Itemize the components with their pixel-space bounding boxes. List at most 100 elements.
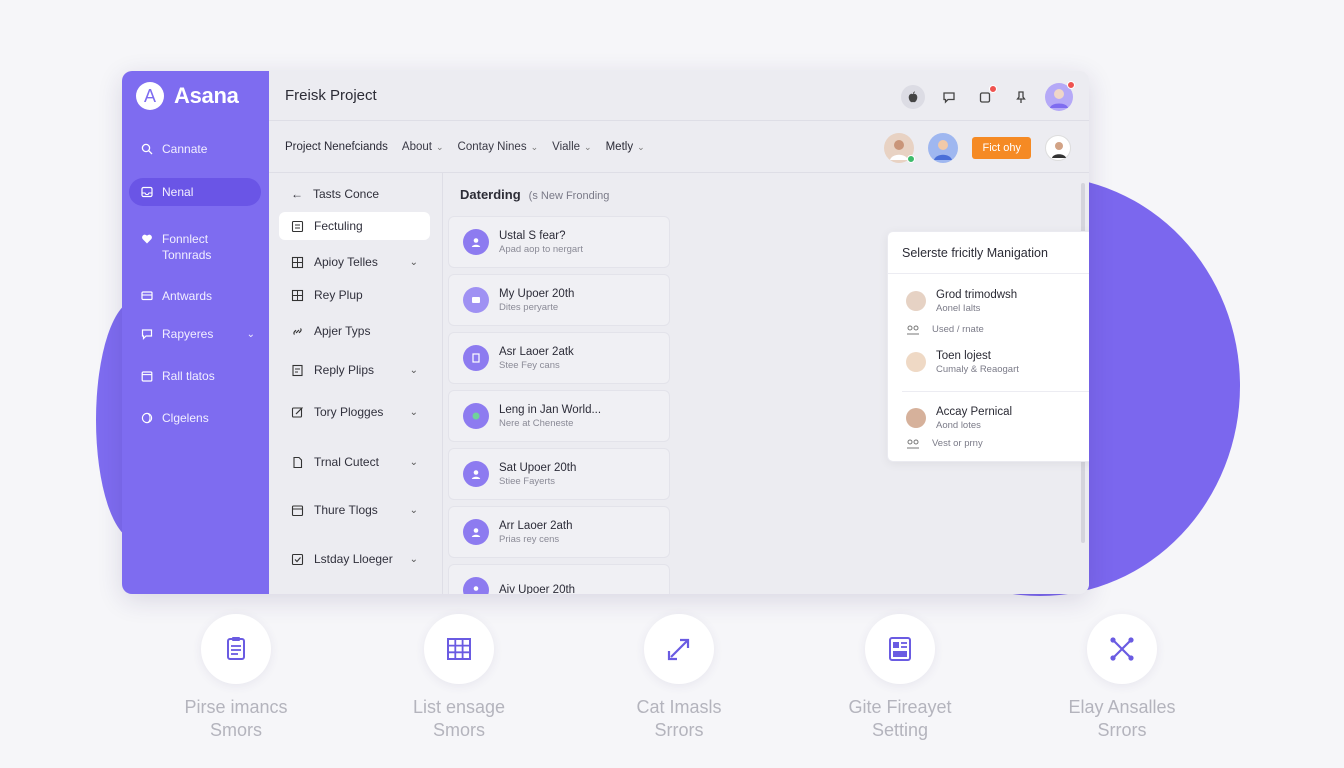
apple-icon[interactable] (901, 85, 925, 109)
topbar: Freisk Project (269, 71, 1089, 121)
check-square-icon (291, 553, 304, 566)
tasks-header-subtitle: (s New Fronding (528, 190, 610, 202)
nav-link-vialle[interactable]: Vialle ⌄ (552, 141, 591, 153)
submenu-item-label: Thure Tlogs (314, 503, 378, 517)
nav-link-label: Vialle (552, 141, 581, 153)
back-link[interactable]: ← Tasts Conce (291, 187, 379, 201)
sidebar-item-rapyeres[interactable]: Rapyeres ⌄ (129, 320, 261, 348)
chevron-down-icon[interactable]: ⌄ (410, 554, 418, 565)
navbar: Project Nenefciands About ⌄ Contay Nines ⌄… (269, 121, 1089, 173)
sidebar: A Asana Cannate Nenal Fonnlect Tonnrads … (122, 71, 269, 594)
arrow-left-icon: ← (291, 187, 303, 201)
feature-label: Smors (209, 720, 262, 740)
feature-item[interactable]: Elay Ansalles Srrors (1032, 614, 1212, 742)
feature-item[interactable]: List ensage Smors (369, 614, 549, 742)
feature-item[interactable]: Cat Imasls Srrors (589, 614, 769, 742)
submenu-item-rey-plup[interactable]: Rey Plup (279, 281, 430, 309)
chevron-down-icon: ⌄ (530, 141, 539, 152)
brand-name: Asana (174, 83, 239, 108)
task-card[interactable]: My Upoer 20th Dites peryarte (448, 274, 670, 326)
submenu-item-label: Rey Plup (314, 288, 363, 302)
asana-logo-icon: A (136, 82, 164, 110)
avatar (906, 291, 926, 311)
submenu-item-label: Tory Plogges (314, 405, 384, 419)
file-icon (291, 456, 304, 469)
calendar-icon (291, 504, 304, 517)
entry-name: Toen lojest (936, 350, 991, 362)
chevron-down-icon[interactable]: ⌄ (410, 407, 418, 418)
submenu-item-apjer-typs[interactable]: Apjer Typs (279, 317, 430, 345)
sidebar-item-antwards[interactable]: Antwards (129, 282, 261, 310)
submenu-item-tory-plogges[interactable]: Tory Plogges ⌄ (279, 398, 430, 426)
tasks-header-title: Daterding (460, 187, 521, 202)
feature-item[interactable]: Gite Fireayet Setting (810, 614, 990, 742)
task-title: Asr Laoer 2atk (499, 345, 574, 358)
task-card[interactable]: Ustal S fear? Apad aop to nergart (448, 216, 670, 268)
nav-right: Fict ohy (884, 133, 1071, 163)
people-icon (906, 325, 920, 335)
globe-icon (463, 403, 489, 429)
submenu-item-fectuling[interactable]: Fectuling (279, 212, 430, 240)
chevron-down-icon[interactable]: ⌄ (247, 329, 255, 340)
member-avatar[interactable] (928, 133, 959, 163)
globe-icon (141, 412, 153, 424)
person-icon (463, 229, 489, 255)
cross-arrows-icon (1087, 614, 1157, 684)
checklist-icon (291, 220, 304, 233)
nav-link-contay[interactable]: Contay Nines ⌄ (458, 141, 539, 153)
submenu-item-trnal-cutect[interactable]: Trnal Cutect ⌄ (279, 448, 430, 476)
pin-icon[interactable] (1009, 85, 1033, 109)
user-avatar[interactable] (1045, 81, 1075, 111)
submenu-item-apioy-telles[interactable]: Apioy Telles ⌄ (279, 248, 430, 276)
popup-entry[interactable]: Accay Pernical Aond lotes (906, 406, 1012, 431)
chevron-down-icon[interactable]: ⌄ (410, 257, 418, 268)
top-icons (901, 81, 1075, 111)
task-card[interactable]: Leng in Jan World... Nere at Cheneste (448, 390, 670, 442)
message-icon[interactable] (937, 85, 961, 109)
doc-icon (291, 364, 304, 377)
avatar (906, 408, 926, 428)
notification-icon[interactable] (973, 85, 997, 109)
sidebar-item-label: Fonnlect (162, 232, 209, 246)
task-card[interactable]: Aiv Upoer 20th (448, 564, 670, 594)
submenu-item-reply-plips[interactable]: Reply Plips ⌄ (279, 356, 430, 384)
nav-link-about[interactable]: About ⌄ (402, 141, 444, 153)
task-card[interactable]: Arr Laoer 2ath Prias rey cens (448, 506, 670, 558)
member-avatar[interactable] (1045, 135, 1071, 161)
entry-subtitle: Cumaly & Reaogart (936, 364, 1019, 375)
nav-link-project[interactable]: Project Nenefciands (285, 141, 388, 153)
submenu-item-label: Lstday Lloeger (314, 552, 393, 566)
popup-panel: Selerste fricitly Manigation × Grod trim… (887, 231, 1089, 462)
sidebar-item-cannate[interactable]: Cannate (129, 135, 261, 163)
task-title: Sat Upoer 20th (499, 461, 577, 474)
submenu-column: ← Tasts Conce Fectuling Apioy Telles ⌄ R… (269, 173, 443, 594)
feature-item[interactable]: Pirse imancs Smors (146, 614, 326, 742)
chevron-down-icon[interactable]: ⌄ (410, 457, 418, 468)
popup-title: Selerste fricitly Manigation (902, 246, 1048, 260)
task-card[interactable]: Sat Upoer 20th Stiee Fayerts (448, 448, 670, 500)
sidebar-item-fonnlect[interactable]: Fonnlect Tonnrads (129, 229, 261, 263)
task-card[interactable]: Asr Laoer 2atk Stee Fey cans (448, 332, 670, 384)
action-button[interactable]: Fict ohy (972, 137, 1031, 159)
tasks-header: Daterding (s New Fronding (460, 187, 609, 202)
member-avatar[interactable] (884, 133, 916, 163)
back-link-label: Tasts Conce (313, 187, 380, 201)
submenu-item-lstday-lloeger[interactable]: Lstday Lloeger ⌄ (279, 545, 430, 573)
sidebar-item-clgelens[interactable]: Clgelens (129, 404, 261, 432)
sidebar-item-label: Rall tlatos (162, 369, 215, 383)
submenu-item-label: Apjer Typs (314, 324, 371, 338)
nav-link-metly[interactable]: Metly ⌄ (606, 141, 645, 153)
popup-entry[interactable]: Toen lojest Cumaly & Reaogart (906, 350, 1019, 375)
close-icon[interactable]: × (1088, 243, 1089, 260)
sidebar-item-nenal[interactable]: Nenal (129, 178, 261, 206)
chevron-down-icon[interactable]: ⌄ (410, 365, 418, 376)
chevron-down-icon[interactable]: ⌄ (410, 505, 418, 516)
heart-icon (141, 233, 153, 245)
card-icon (141, 290, 153, 302)
submenu-item-thure-tlogs[interactable]: Thure Tlogs ⌄ (279, 496, 430, 524)
popup-entry[interactable]: Grod trimodwsh Aonel Ialts (906, 289, 1017, 314)
brand[interactable]: A Asana (136, 82, 239, 110)
sidebar-item-rall-tlatos[interactable]: Rall tlatos (129, 362, 261, 390)
nav-link-label: About (401, 141, 432, 153)
link-icon (291, 325, 304, 338)
